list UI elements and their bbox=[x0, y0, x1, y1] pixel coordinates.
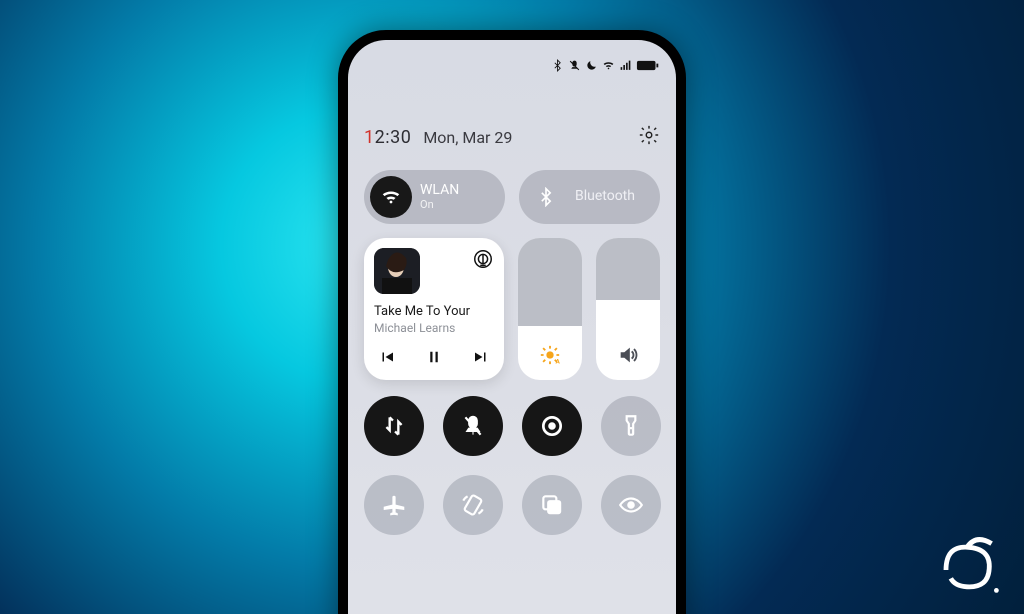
track-title: Take Me To Your bbox=[374, 304, 494, 319]
cast-icon bbox=[472, 248, 494, 270]
status-bar bbox=[364, 40, 660, 84]
wlan-label: WLAN bbox=[420, 183, 459, 198]
mobile-data-toggle[interactable] bbox=[364, 396, 424, 456]
control-center-screen: 12:30 Mon, Mar 29 WLAN On bbox=[348, 40, 676, 614]
brightness-slider[interactable]: A bbox=[518, 238, 582, 380]
eye-comfort-toggle[interactable] bbox=[601, 475, 661, 535]
volume-slider[interactable] bbox=[596, 238, 660, 380]
screenshot-toggle[interactable] bbox=[522, 475, 582, 535]
date-label: Mon, Mar 29 bbox=[423, 128, 512, 147]
location-toggle[interactable] bbox=[522, 396, 582, 456]
flashlight-toggle[interactable] bbox=[601, 396, 661, 456]
header-row: 12:30 Mon, Mar 29 bbox=[364, 124, 660, 150]
auto-rotate-icon bbox=[460, 492, 486, 518]
signal-status-icon bbox=[619, 59, 632, 72]
next-button[interactable] bbox=[472, 348, 490, 370]
brightness-icon: A bbox=[518, 344, 582, 366]
wifi-icon bbox=[370, 176, 412, 218]
album-art bbox=[374, 248, 420, 294]
watermark-logo bbox=[934, 528, 1006, 604]
mute-icon bbox=[460, 413, 486, 439]
quick-toggle-row: WLAN On Bluetooth bbox=[364, 170, 660, 224]
flashlight-icon bbox=[618, 413, 644, 439]
airplane-icon bbox=[381, 492, 407, 518]
wallpaper-background: 12:30 Mon, Mar 29 WLAN On bbox=[0, 0, 1024, 614]
skip-prev-icon bbox=[378, 348, 396, 366]
media-player-card[interactable]: Take Me To Your Michael Learns bbox=[364, 238, 504, 380]
cast-button[interactable] bbox=[472, 248, 494, 274]
wlan-toggle[interactable]: WLAN On bbox=[364, 170, 505, 224]
settings-button[interactable] bbox=[638, 124, 660, 150]
prev-button[interactable] bbox=[378, 348, 396, 370]
bluetooth-icon bbox=[525, 176, 567, 218]
location-icon bbox=[539, 413, 565, 439]
time-and-date: 12:30 Mon, Mar 29 bbox=[364, 127, 512, 148]
skip-next-icon bbox=[472, 348, 490, 366]
track-artist: Michael Learns bbox=[374, 321, 494, 335]
pause-icon bbox=[425, 348, 443, 366]
phone-frame: 12:30 Mon, Mar 29 WLAN On bbox=[338, 30, 686, 614]
bluetooth-toggle[interactable]: Bluetooth bbox=[519, 170, 660, 224]
mute-status-icon bbox=[568, 59, 581, 72]
auto-rotate-toggle[interactable] bbox=[443, 475, 503, 535]
airplane-toggle[interactable] bbox=[364, 475, 424, 535]
dnd-moon-status-icon bbox=[585, 59, 598, 72]
mobile-data-icon bbox=[381, 413, 407, 439]
mute-toggle[interactable] bbox=[443, 396, 503, 456]
bluetooth-status-icon bbox=[551, 59, 564, 72]
volume-icon bbox=[596, 344, 660, 366]
screenshot-icon bbox=[539, 492, 565, 518]
battery-status-icon bbox=[636, 59, 660, 72]
eye-icon bbox=[618, 492, 644, 518]
wlan-status: On bbox=[420, 199, 459, 211]
media-slider-row: Take Me To Your Michael Learns A bbox=[364, 238, 660, 380]
wifi-status-icon bbox=[602, 59, 615, 72]
pause-button[interactable] bbox=[425, 348, 443, 370]
bluetooth-label: Bluetooth bbox=[575, 189, 635, 204]
clock-time: 12:30 bbox=[364, 127, 411, 148]
toggles-grid bbox=[364, 396, 660, 535]
media-controls bbox=[374, 348, 494, 370]
svg-text:A: A bbox=[556, 357, 561, 365]
gear-icon bbox=[638, 124, 660, 146]
